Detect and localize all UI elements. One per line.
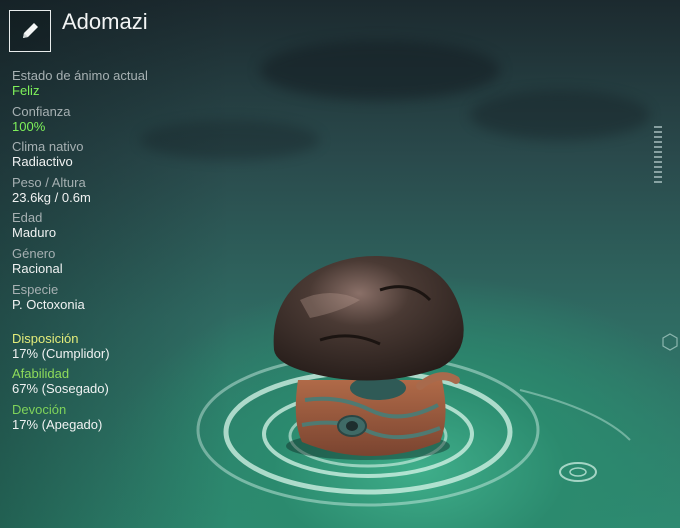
- stat-label: Estado de ánimo actual: [12, 68, 148, 83]
- creature-name: Adomazi: [62, 9, 148, 34]
- stat-value: P. Octoxonia: [12, 297, 85, 312]
- hud-indicator-lines: [654, 126, 662, 184]
- stat-climate: Clima nativo Radiactivo: [12, 139, 84, 169]
- stat-value: Racional: [12, 261, 63, 276]
- trait-devotion: Devoción 17% (Apegado): [12, 402, 102, 432]
- stat-trust: Confianza 100%: [12, 104, 71, 134]
- trait-label: Afabilidad: [12, 366, 70, 381]
- trait-value: 17% (Apegado): [12, 417, 103, 432]
- stat-label: Confianza: [12, 104, 71, 119]
- stat-value: 23.6kg / 0.6m: [12, 190, 91, 205]
- stat-label: Peso / Altura: [12, 175, 86, 190]
- edit-name-button[interactable]: [9, 10, 51, 52]
- stat-label: Clima nativo: [12, 139, 84, 154]
- creature-info-panel: Adomazi Estado de ánimo actual Feliz Con…: [0, 0, 230, 528]
- stat-weight-height: Peso / Altura 23.6kg / 0.6m: [12, 175, 91, 205]
- trait-disposition: Disposición 17% (Cumplidor): [12, 331, 110, 361]
- stat-label: Género: [12, 246, 56, 261]
- trait-label: Disposición: [12, 331, 79, 346]
- trait-value: 17% (Cumplidor): [12, 346, 110, 361]
- stat-label: Edad: [12, 210, 43, 225]
- pencil-icon: [23, 23, 38, 38]
- hex-marker-icon: [662, 333, 678, 351]
- stat-value: Radiactivo: [12, 154, 73, 169]
- stat-gender: Género Racional: [12, 246, 63, 276]
- stat-label: Especie: [12, 282, 59, 297]
- stat-age: Edad Maduro: [12, 210, 56, 240]
- stat-value: 100%: [12, 119, 46, 134]
- trait-affability: Afabilidad 67% (Sosegado): [12, 366, 109, 396]
- stat-value: Maduro: [12, 225, 57, 240]
- stat-mood: Estado de ánimo actual Feliz: [12, 68, 148, 98]
- trait-label: Devoción: [12, 402, 67, 417]
- stat-species: Especie P. Octoxonia: [12, 282, 85, 312]
- trait-value: 67% (Sosegado): [12, 381, 109, 396]
- stat-value: Feliz: [12, 83, 40, 98]
